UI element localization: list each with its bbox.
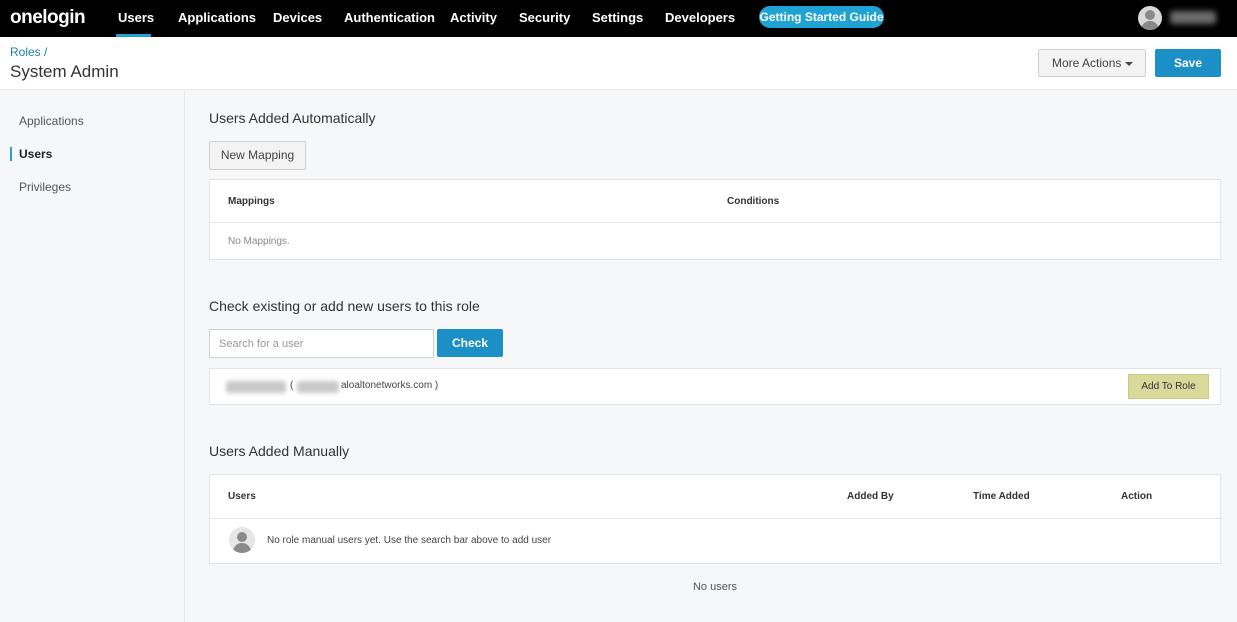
- add-to-role-button[interactable]: Add To Role: [1128, 374, 1209, 399]
- result-email-domain: aloaltonetworks.com ): [341, 380, 439, 391]
- table-row: No role manual users yet. Use the search…: [210, 519, 1220, 564]
- search-result-row: ( aloaltonetworks.com ) Add To Role: [209, 368, 1221, 405]
- check-button[interactable]: Check: [437, 329, 503, 357]
- nav-authentication[interactable]: Authentication: [344, 0, 435, 37]
- section-title-check: Check existing or add new users to this …: [209, 298, 480, 314]
- avatar-body: [233, 543, 251, 553]
- no-users-text: No users: [692, 581, 738, 593]
- section-title-auto: Users Added Automatically: [209, 110, 376, 126]
- onelogin-logo[interactable]: onelogin: [10, 7, 86, 29]
- result-email-redacted: [297, 381, 339, 393]
- sidebar-item-users[interactable]: Users: [0, 142, 184, 166]
- avatar-body: [1141, 21, 1159, 30]
- page-header: Roles / System Admin More Actions Save: [0, 37, 1237, 90]
- user-avatar-icon: [229, 527, 255, 553]
- nav-security[interactable]: Security: [519, 0, 570, 37]
- nav-applications[interactable]: Applications: [178, 0, 256, 37]
- more-actions-label: More Actions: [1052, 56, 1122, 70]
- column-header-action: Action: [1121, 491, 1153, 502]
- nav-developers[interactable]: Developers: [665, 0, 735, 37]
- nav-devices[interactable]: Devices: [273, 0, 322, 37]
- user-name-redacted[interactable]: [1170, 11, 1216, 24]
- search-user-input[interactable]: [209, 329, 434, 358]
- column-header-mappings: Mappings: [228, 196, 275, 207]
- result-name-redacted: [226, 381, 286, 393]
- result-paren-open: (: [290, 380, 294, 391]
- no-mappings-text: No Mappings.: [228, 236, 290, 247]
- sidebar-item-privileges[interactable]: Privileges: [0, 175, 184, 199]
- breadcrumb-roles[interactable]: Roles /: [10, 45, 47, 59]
- column-header-time-added: Time Added: [973, 491, 1030, 502]
- mappings-table: Mappings Conditions No Mappings.: [209, 179, 1221, 260]
- column-header-added-by: Added By: [847, 491, 894, 502]
- manual-users-table: Users Added By Time Added Action No role…: [209, 474, 1221, 564]
- avatar-head: [237, 532, 247, 542]
- more-actions-button[interactable]: More Actions: [1038, 49, 1146, 77]
- caret-down-icon: [1125, 62, 1133, 66]
- avatar-head: [1145, 10, 1155, 20]
- page-title: System Admin: [10, 62, 119, 81]
- column-header-users: Users: [228, 491, 256, 502]
- getting-started-guide-button[interactable]: Getting Started Guide: [759, 6, 884, 28]
- nav-activity[interactable]: Activity: [450, 0, 497, 37]
- new-mapping-button[interactable]: New Mapping: [209, 141, 306, 170]
- user-avatar-icon[interactable]: [1138, 6, 1162, 30]
- empty-row-text: No role manual users yet. Use the search…: [267, 535, 552, 546]
- save-button[interactable]: Save: [1155, 49, 1221, 77]
- nav-settings[interactable]: Settings: [592, 0, 643, 37]
- table-divider: [210, 222, 1220, 223]
- column-header-conditions: Conditions: [727, 196, 780, 207]
- nav-users[interactable]: Users: [116, 0, 154, 37]
- top-nav: onelogin Users Applications Devices Auth…: [0, 0, 1237, 37]
- sidebar: Applications Users Privileges: [0, 91, 185, 622]
- sidebar-item-applications[interactable]: Applications: [0, 109, 184, 133]
- section-title-manual: Users Added Manually: [209, 443, 350, 459]
